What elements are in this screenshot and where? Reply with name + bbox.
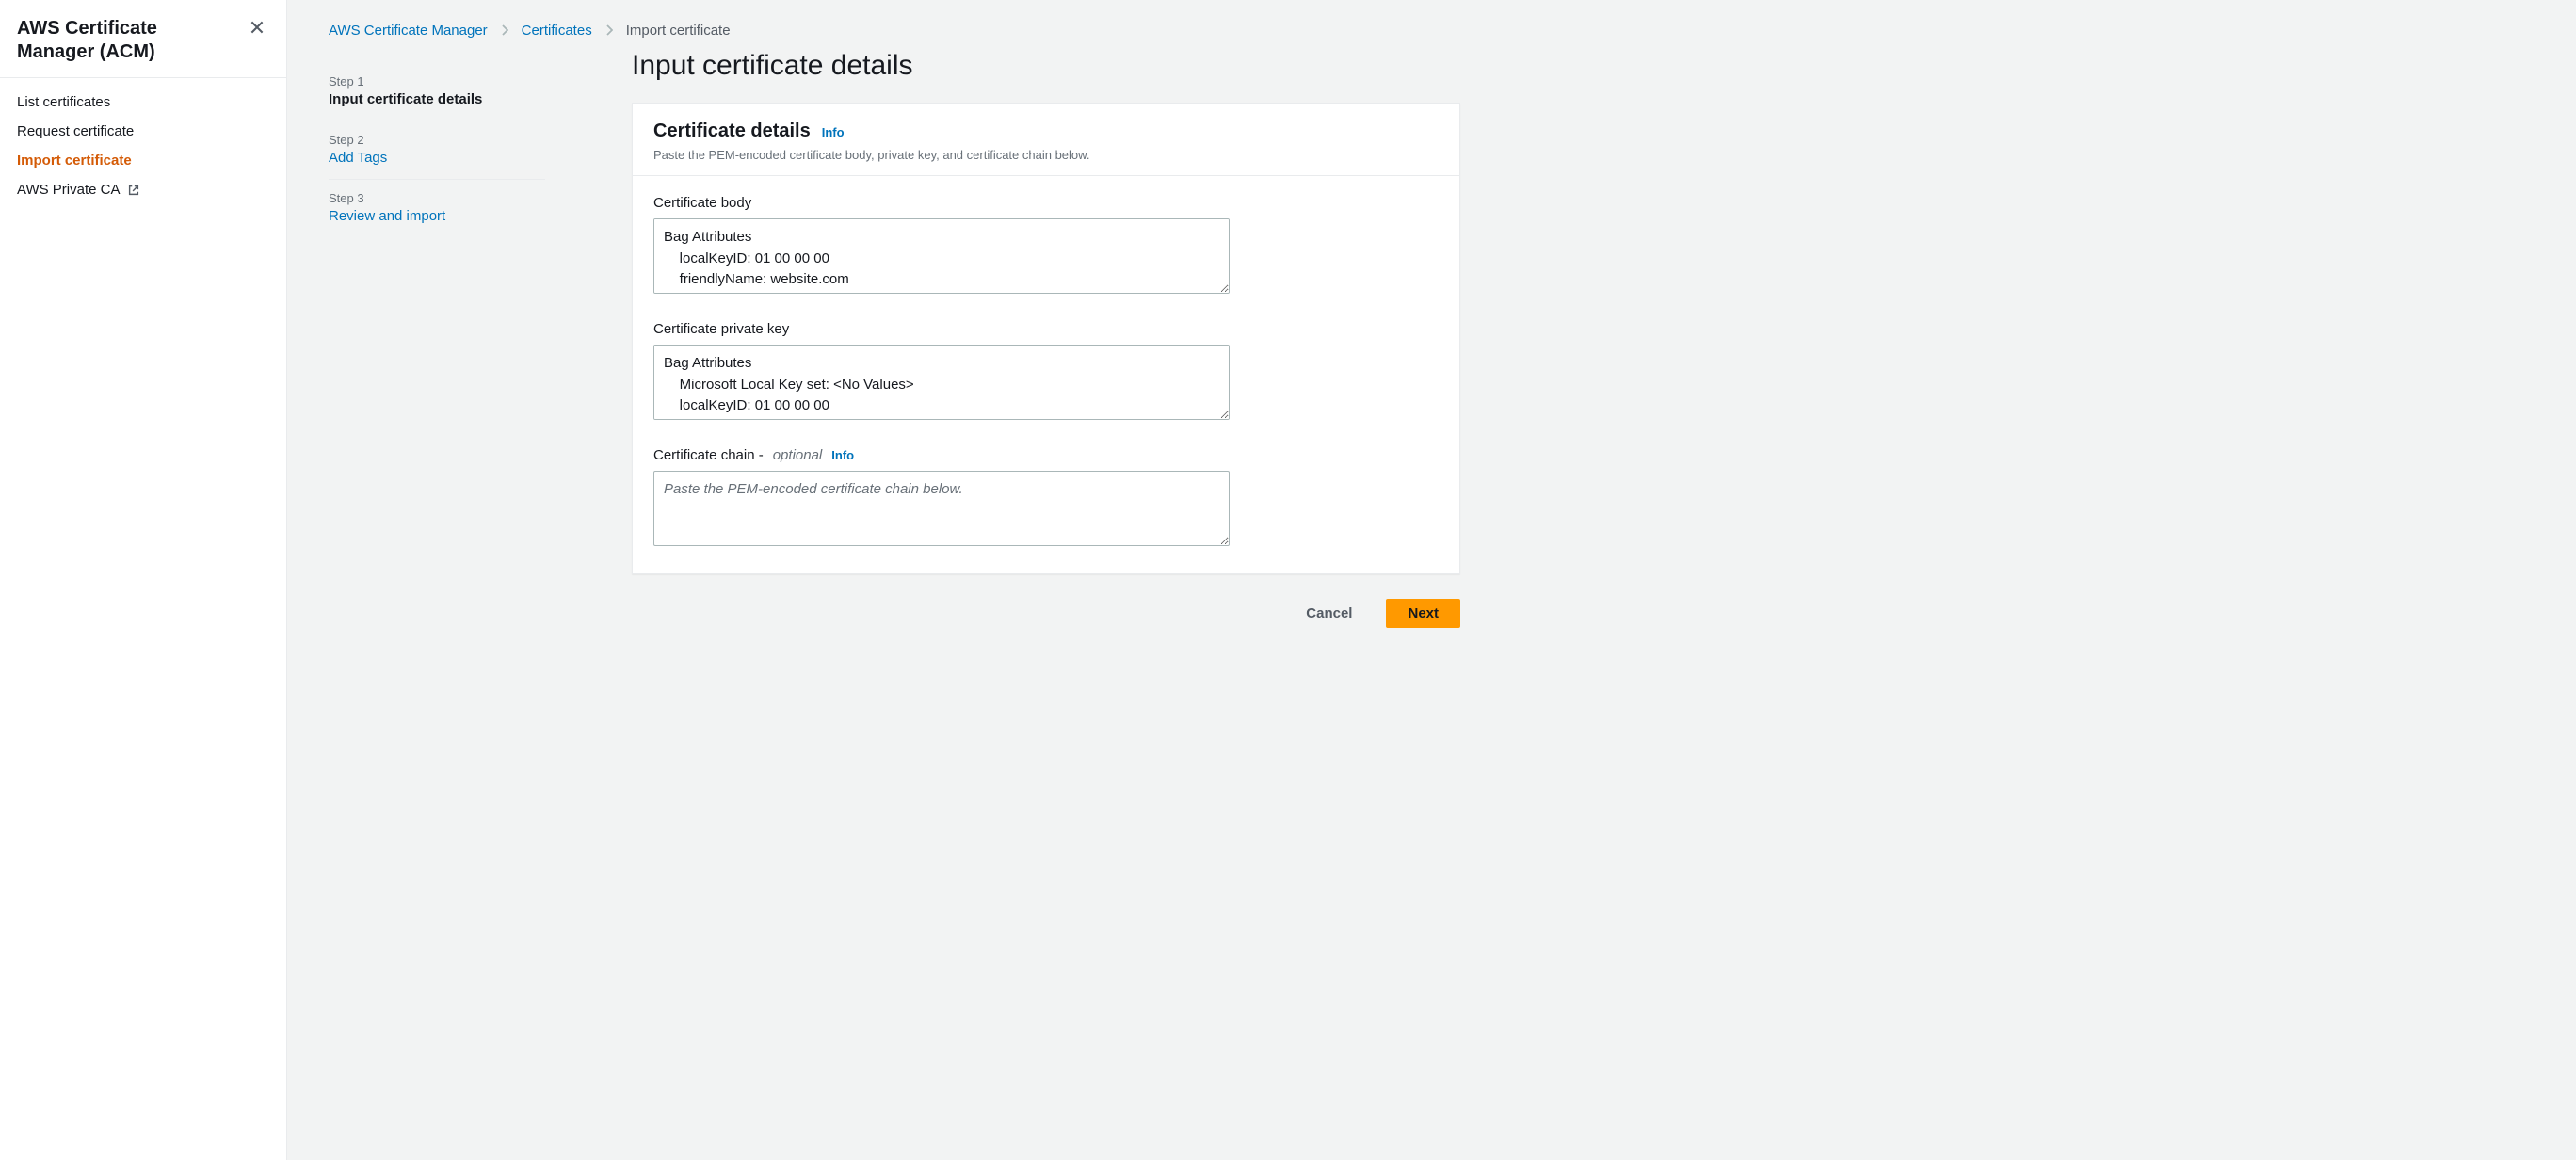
optional-label: optional [773,447,823,463]
sidebar: AWS Certificate Manager (ACM) List certi… [0,0,287,1160]
breadcrumb-certificates[interactable]: Certificates [522,23,592,39]
step-title[interactable]: Add Tags [329,150,545,166]
chevron-right-icon [501,24,508,39]
field-label: Certificate body [653,195,751,211]
main-content: AWS Certificate Manager Certificates Imp… [287,0,2576,1160]
field-certificate-body: Certificate body [653,195,1439,297]
cancel-button[interactable]: Cancel [1285,599,1373,628]
sidebar-item-label: Request certificate [17,123,134,139]
sidebar-item-label: Import certificate [17,153,132,169]
step-title[interactable]: Input certificate details [329,91,545,107]
content-row: Step 1 Input certificate details Step 2 … [329,50,2535,628]
next-button[interactable]: Next [1386,599,1460,628]
panel-title: Certificate details [653,121,811,142]
sidebar-item-request-certificate[interactable]: Request certificate [0,117,286,146]
field-label: Certificate chain - [653,447,764,463]
field-certificate-chain: Certificate chain - optional Info [653,447,1439,549]
panel-header: Certificate details Info Paste the PEM-e… [633,104,1459,176]
panel-info-link[interactable]: Info [822,125,845,139]
certificate-details-panel: Certificate details Info Paste the PEM-e… [632,103,1460,574]
step-label: Step 2 [329,133,545,147]
form-area: Input certificate details Certificate de… [632,50,1460,628]
certificate-chain-input[interactable] [653,471,1230,546]
breadcrumb-aws-certificate-manager[interactable]: AWS Certificate Manager [329,23,488,39]
page-title: Input certificate details [632,50,1460,82]
sidebar-item-import-certificate[interactable]: Import certificate [0,146,286,175]
wizard-step-1: Step 1 Input certificate details [329,63,545,121]
step-label: Step 1 [329,74,545,89]
sidebar-item-label: List certificates [17,94,110,110]
sidebar-item-aws-private-ca[interactable]: AWS Private CA [0,175,286,204]
close-icon[interactable] [245,17,269,41]
wizard-steps: Step 1 Input certificate details Step 2 … [329,50,545,628]
certificate-private-key-input[interactable] [653,345,1230,420]
form-footer: Cancel Next [632,599,1460,628]
field-certificate-private-key: Certificate private key [653,321,1439,423]
chain-info-link[interactable]: Info [831,448,854,462]
external-link-icon [127,184,140,197]
wizard-step-3: Step 3 Review and import [329,180,545,237]
sidebar-nav: List certificates Request certificate Im… [0,78,286,214]
chevron-right-icon [605,24,613,39]
certificate-body-input[interactable] [653,218,1230,294]
breadcrumb: AWS Certificate Manager Certificates Imp… [329,23,2535,39]
wizard-step-2: Step 2 Add Tags [329,121,545,180]
sidebar-header: AWS Certificate Manager (ACM) [0,0,286,78]
field-label: Certificate private key [653,321,789,337]
sidebar-item-list-certificates[interactable]: List certificates [0,88,286,117]
panel-description: Paste the PEM-encoded certificate body, … [653,148,1439,162]
sidebar-item-label: AWS Private CA [17,182,120,198]
step-label: Step 3 [329,191,545,205]
step-title[interactable]: Review and import [329,208,545,224]
breadcrumb-current: Import certificate [626,23,731,39]
panel-body: Certificate body Certificate private key… [633,176,1459,573]
sidebar-title: AWS Certificate Manager (ACM) [17,17,224,64]
